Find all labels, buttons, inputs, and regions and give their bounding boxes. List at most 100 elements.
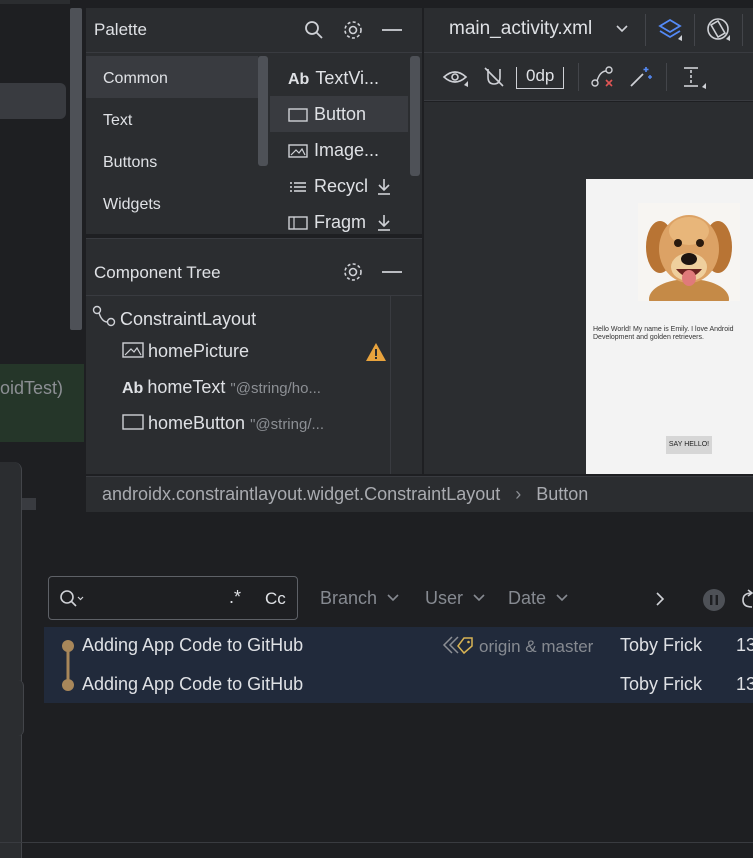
panel-resize-handle[interactable] <box>22 498 36 510</box>
regex-toggle[interactable]: .* <box>229 587 241 608</box>
palette-category-text[interactable]: Text <box>86 98 258 140</box>
download-icon[interactable] <box>376 214 392 232</box>
image-icon <box>288 144 308 158</box>
component-tree-header: Component Tree <box>86 238 422 296</box>
tree-node-attribute: "@string/ho... <box>230 380 321 397</box>
warning-icon[interactable] <box>365 342 387 362</box>
search-icon[interactable] <box>304 20 324 40</box>
tree-node-hometext[interactable]: Ab homeText "@string/ho... <box>122 377 321 398</box>
user-filter[interactable]: User <box>425 588 486 609</box>
eye-icon[interactable] <box>442 67 468 87</box>
search-icon <box>60 590 84 607</box>
breadcrumb-parent[interactable]: androidx.constraintlayout.widget.Constra… <box>102 484 500 504</box>
editor-scrollbar[interactable] <box>70 8 82 330</box>
tree-column-divider <box>390 296 391 474</box>
say-hello-button-preview[interactable]: SAY HELLO! <box>666 436 712 454</box>
dog-image <box>638 203 740 301</box>
match-case-toggle[interactable]: Cc <box>265 589 286 609</box>
run-config-text: oidTest) <box>0 378 64 398</box>
palette-item-label: Recycl <box>314 176 369 196</box>
breadcrumb-separator: › <box>515 484 522 504</box>
magnet-off-icon[interactable] <box>482 65 506 89</box>
chevron-down-icon <box>556 594 568 602</box>
breadcrumb: androidx.constraintlayout.widget.Constra… <box>102 484 588 505</box>
gear-icon[interactable] <box>342 19 364 41</box>
palette-items-scrollbar[interactable] <box>410 56 420 176</box>
text-view-icon: Ab <box>122 380 144 397</box>
tree-node-label: homeButton <box>148 413 246 433</box>
tree-node-attribute: "@string/... <box>250 416 324 433</box>
text-view-icon: Ab <box>288 71 310 88</box>
margin-value: 0dp <box>526 66 555 85</box>
tree-node-label: homeText <box>147 377 226 397</box>
commit-message: Adding App Code to GitHub <box>82 674 304 694</box>
toolbar-divider <box>742 14 743 46</box>
run-highlight-row <box>0 364 84 442</box>
palette-category-common[interactable]: Common <box>86 56 258 98</box>
align-icon[interactable] <box>680 65 706 91</box>
toolbar-divider <box>666 63 667 91</box>
clear-constraints-icon[interactable] <box>590 65 616 89</box>
fragment-icon <box>288 216 308 230</box>
orientation-icon[interactable] <box>706 17 732 43</box>
gear-icon[interactable] <box>342 261 364 283</box>
toolbar-divider <box>578 63 579 91</box>
commit-graph <box>62 640 74 691</box>
design-options-toolbar: 0dp <box>424 53 753 101</box>
palette-category-widgets[interactable]: Widgets <box>86 182 258 224</box>
palette-item-imageview[interactable]: Image... <box>270 132 408 168</box>
tree-node-homebutton[interactable]: homeButton "@string/... <box>122 413 324 434</box>
palette-item-label: TextVi... <box>315 68 380 88</box>
editor-tab-ghost[interactable] <box>0 83 66 119</box>
git-search-input[interactable]: .* Cc <box>48 576 298 620</box>
commit-author: Toby Frick <box>620 635 703 655</box>
breadcrumb-current[interactable]: Button <box>536 484 588 504</box>
commit-date: 13 <box>736 674 753 694</box>
category-scrollbar[interactable] <box>258 56 268 166</box>
pause-icon[interactable] <box>702 588 726 612</box>
commit-row[interactable]: Adding App Code to GitHub origin & maste… <box>44 627 753 665</box>
palette-item-label: Button <box>314 104 367 124</box>
chevron-down-icon[interactable] <box>615 24 629 34</box>
design-toolbar: main_activity.xml <box>424 8 753 53</box>
palette-item-label: Fragm <box>314 212 367 232</box>
toolbar-divider <box>645 14 646 46</box>
infer-constraints-icon[interactable] <box>628 65 654 89</box>
image-icon <box>122 342 144 358</box>
layers-icon[interactable] <box>658 17 684 43</box>
default-margin-selector[interactable]: 0dp <box>516 66 564 89</box>
palette-item-fragment[interactable]: Fragm <box>270 204 408 240</box>
chevron-down-icon <box>473 594 485 602</box>
tree-node-homepicture[interactable]: homePicture <box>122 341 249 362</box>
tree-node-constraintlayout[interactable]: ConstraintLayout <box>92 305 256 330</box>
chevron-down-icon <box>387 594 399 602</box>
palette-item-label: Image... <box>314 140 380 160</box>
home-text-preview[interactable]: Hello World! My name is Emily. I love An… <box>593 326 753 342</box>
constraint-layout-icon <box>92 305 116 327</box>
button-icon <box>122 414 144 430</box>
component-tree-title: Component Tree <box>94 263 221 282</box>
download-icon[interactable] <box>376 178 392 196</box>
palette-item-recyclerview[interactable]: Recycl <box>270 168 408 204</box>
commit-row[interactable]: Adding App Code to GitHub Toby Frick 13 <box>44 665 753 703</box>
toolbar-divider <box>694 14 695 46</box>
tree-node-label: ConstraintLayout <box>120 309 257 329</box>
minimize-icon[interactable] <box>382 270 402 274</box>
side-tool-tab[interactable] <box>0 680 24 736</box>
filter-label: Branch <box>320 588 378 608</box>
tree-node-label: homePicture <box>148 341 250 361</box>
palette-item-button[interactable]: Button <box>270 96 408 132</box>
palette-item-textview[interactable]: Ab TextVi... <box>270 60 408 96</box>
filter-label: User <box>425 588 464 608</box>
button-icon <box>288 108 308 122</box>
date-filter[interactable]: Date <box>508 588 569 609</box>
chevron-right-icon[interactable] <box>654 591 666 607</box>
palette-category-buttons[interactable]: Buttons <box>86 140 258 182</box>
file-tab[interactable]: main_activity.xml <box>449 18 592 40</box>
commit-message: Adding App Code to GitHub <box>82 635 304 655</box>
branch-filter[interactable]: Branch <box>320 588 400 609</box>
refresh-icon[interactable] <box>740 589 753 611</box>
home-picture-preview[interactable] <box>638 203 740 301</box>
filter-label: Date <box>508 588 547 608</box>
minimize-icon[interactable] <box>382 28 402 32</box>
